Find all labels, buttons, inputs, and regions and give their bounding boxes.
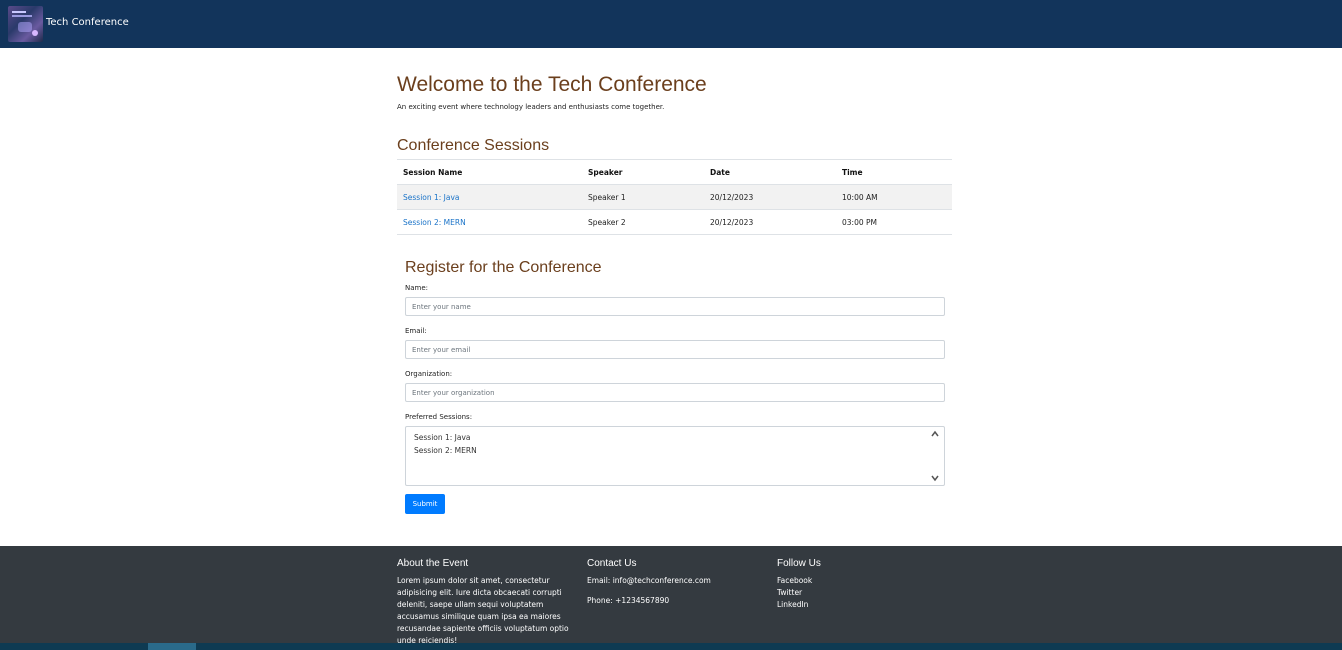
footer-contact-title: Contact Us [587,558,637,569]
table-row: Session 1: Java Speaker 1 20/12/2023 10:… [397,184,952,210]
email-label: Email: [405,327,427,335]
footer-contact-phone: Phone: +1234567890 [587,596,670,605]
sessions-table: Session Name Speaker Date Time Session 1… [397,159,952,235]
footer: About the Event Lorem ipsum dolor sit am… [0,546,1342,650]
session-speaker: Speaker 1 [582,184,704,210]
column-header-speaker: Speaker [582,159,704,185]
footer-follow: Follow Us Facebook Twitter LinkedIn [777,558,897,611]
session-link[interactable]: Session 2: MERN [403,218,466,227]
email-input[interactable] [405,340,945,359]
footer-contact: Contact Us Email: info@techconference.co… [587,558,767,607]
session-option[interactable]: Session 2: MERN [414,446,477,455]
register-heading: Register for the Conference [405,259,602,276]
footer-follow-title: Follow Us [777,558,821,569]
session-time: 03:00 PM [836,209,952,235]
name-input[interactable] [405,297,945,316]
session-link[interactable]: Session 1: Java [403,193,460,202]
column-header-time: Time [836,159,952,185]
column-header-date: Date [704,159,836,185]
sessions-heading: Conference Sessions [397,137,550,154]
page-title: Welcome to the Tech Conference [397,73,707,96]
conference-logo-icon[interactable] [8,6,43,42]
taskbar-active-item[interactable] [148,643,196,650]
footer-contact-email: Email: info@techconference.com [587,576,711,585]
name-label: Name: [405,284,429,292]
social-link-facebook[interactable]: Facebook [777,575,897,587]
table-header-row: Session Name Speaker Date Time [397,159,952,185]
footer-about-title: About the Event [397,558,469,569]
navbar: Tech Conference [0,0,1342,48]
table-row: Session 2: MERN Speaker 2 20/12/2023 03:… [397,209,952,235]
social-link-twitter[interactable]: Twitter [777,587,897,599]
organization-input[interactable] [405,383,945,402]
submit-button[interactable]: Submit [405,494,445,514]
preferred-sessions-select[interactable]: Session 1: Java Session 2: MERN [405,426,945,486]
taskbar [0,643,1342,650]
brand-link[interactable]: Tech Conference [46,17,129,28]
preferred-sessions-label: Preferred Sessions: [405,413,473,421]
organization-label: Organization: [405,370,453,378]
footer-about-text: Lorem ipsum dolor sit amet, consectetur … [397,576,569,645]
page-tagline: An exciting event where technology leade… [397,103,665,111]
chevron-up-icon[interactable] [930,429,940,439]
session-option[interactable]: Session 1: Java [414,433,471,442]
column-header-session-name: Session Name [397,159,582,185]
session-speaker: Speaker 2 [582,209,704,235]
session-time: 10:00 AM [836,184,952,210]
social-link-linkedin[interactable]: LinkedIn [777,599,897,611]
session-date: 20/12/2023 [704,209,836,235]
chevron-down-icon[interactable] [930,473,940,483]
session-date: 20/12/2023 [704,184,836,210]
footer-about: About the Event Lorem ipsum dolor sit am… [397,558,572,647]
